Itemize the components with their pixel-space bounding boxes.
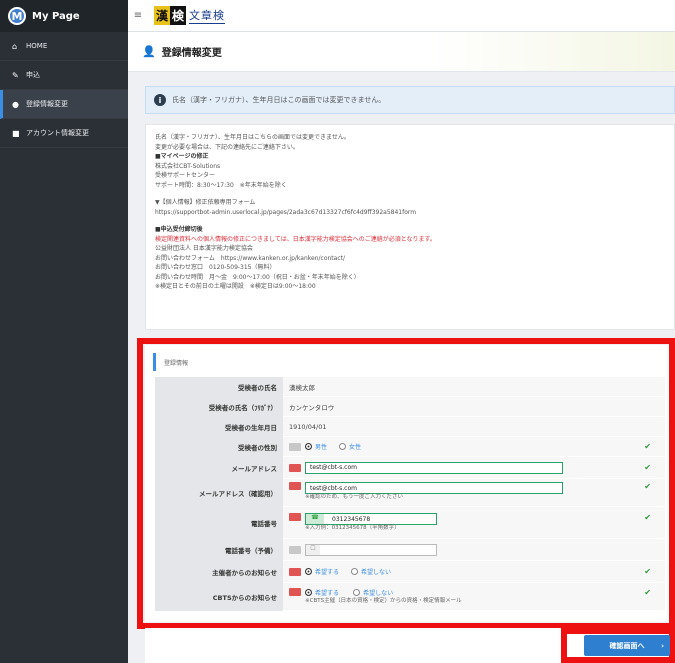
my-page-logo-icon: M — [8, 7, 26, 25]
sidebar-item-label: HOME — [26, 42, 48, 50]
notice-heading: ■マイページの修正 — [155, 153, 209, 160]
confirm-button-label: 確認画面へ — [609, 641, 645, 650]
sidebar-item-label: アカウント情報変更 — [26, 129, 89, 137]
notice-line: お問い合わせフォーム https://www.kanken.or.jp/kank… — [155, 254, 346, 262]
home-icon: ⌂ — [12, 41, 18, 51]
support-form-link[interactable]: https://supportbot-admin.userlocal.jp/pa… — [155, 208, 665, 218]
notice-line: ※検定日とその前日の土曜は開設 ※検定日は9:00～18:00 — [155, 283, 316, 290]
lock-icon: ■ — [12, 128, 20, 138]
notice-line: 株式会社CBT-Solutions — [155, 162, 221, 170]
notice-line: 氏名（漢字・フリガナ）、生年月日はこちらの画面では変更できません。 — [155, 134, 350, 141]
pencil-icon: ✎ — [12, 70, 19, 80]
brand[interactable]: M My Page — [0, 0, 128, 32]
user-icon: ● — [12, 99, 19, 109]
sidebar: M My Page ⌂ HOME ✎ 申込 ● 登録情報変更 ■ アカウント情報… — [0, 0, 128, 663]
sidebar-item-home[interactable]: ⌂ HOME — [0, 32, 128, 61]
top-bar: ≡ 漢 検 文章検 — [128, 0, 675, 32]
sidebar-item-account-change[interactable]: ■ アカウント情報変更 — [0, 119, 128, 148]
logo-text-bunshouken: 文章検 — [189, 9, 226, 24]
menu-icon[interactable]: ≡ — [128, 10, 148, 21]
alert-text: 氏名（漢字・フリガナ）、生年月日はこの画面では変更できません。 — [172, 96, 386, 104]
notice-line: 変更が必要な場合は、下記の連絡先にご連絡下さい。 — [155, 143, 299, 151]
notice-line: サポート時間：8:30～17:30 ※年末年始を除く — [155, 181, 287, 189]
notice-box: 氏名（漢字・フリガナ）、生年月日はこちらの画面では変更できません。 変更が必要な… — [145, 124, 675, 330]
brand-name: My Page — [32, 10, 80, 22]
notice-line: 公益財団法人 日本漢字能力検定協会 — [155, 245, 253, 252]
notice-line: お問い合わせ窓口 0120-509-315（無料） — [155, 264, 276, 271]
sidebar-item-registration-change[interactable]: ● 登録情報変更 — [0, 90, 128, 119]
sidebar-item-label: 登録情報変更 — [26, 100, 68, 108]
sidebar-item-apply[interactable]: ✎ 申込 — [0, 61, 128, 90]
notice-heading: ■申込受付締切後 — [155, 226, 203, 233]
notice-line: ▼【個人情報】修正依頼専用フォーム — [155, 199, 256, 206]
notice-line: 受検サポートセンター — [155, 172, 216, 179]
user-icon: 👤 — [142, 45, 156, 58]
info-icon: i — [154, 94, 166, 106]
sidebar-item-label: 申込 — [26, 71, 40, 79]
notice-line: お問い合わせ時間 月～金 9:00～17:00（祝日・お盆・年末年始を除く） — [155, 273, 360, 281]
notice-warning: 検定関連資料への個人情報の修正につきましては、日本漢字能力検定協会へのご連絡が必… — [155, 235, 436, 243]
info-alert: i 氏名（漢字・フリガナ）、生年月日はこの画面では変更できません。 — [145, 86, 675, 114]
chevron-right-icon: › — [661, 641, 664, 650]
page-title: 登録情報変更 — [161, 48, 222, 59]
logo-char-ken: 検 — [170, 6, 187, 25]
confirm-button[interactable]: 確認画面へ › — [584, 635, 670, 656]
logo-char-kan: 漢 — [154, 6, 171, 25]
kanken-logo[interactable]: 漢 検 文章検 — [154, 6, 226, 25]
form-highlight-frame — [137, 338, 675, 629]
page-header: 👤 登録情報変更 — [128, 32, 675, 72]
